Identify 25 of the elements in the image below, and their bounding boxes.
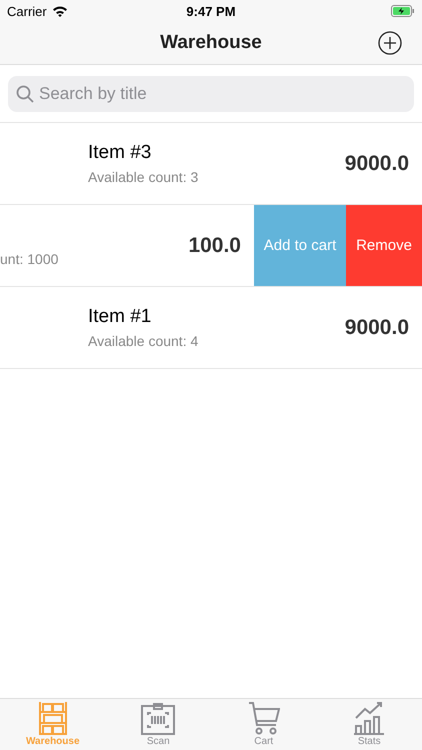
search-field[interactable]: Search by title — [8, 76, 414, 112]
chart-icon — [353, 701, 386, 735]
cart-icon — [248, 701, 280, 735]
scanner-icon — [141, 703, 176, 735]
battery-icon — [391, 5, 415, 17]
remove-button[interactable]: Remove — [346, 205, 422, 286]
item-count: Available count: 4 — [88, 333, 200, 349]
add-icon[interactable] — [378, 31, 402, 55]
tab-item[interactable]: Scan — [106, 699, 211, 750]
add-to-cart-button[interactable]: Add to cart — [254, 205, 346, 286]
shelf-icon — [38, 701, 68, 735]
wifi-icon — [52, 5, 68, 17]
tab-item[interactable]: Warehouse — [0, 699, 106, 750]
clock-time: 9:47 PM — [186, 4, 236, 18]
item-price: 9000.0 — [344, 152, 409, 176]
tab-item[interactable]: Cart — [211, 699, 316, 750]
item-title: Item #1 — [88, 306, 152, 328]
tab-item[interactable]: Stats — [316, 699, 422, 750]
item-price: 100.0 — [188, 234, 241, 258]
item-title: Item #3 — [88, 142, 152, 164]
item-price: 9000.0 — [344, 316, 409, 340]
item-count: Available count: 3 — [88, 169, 200, 185]
item-count: unt: 1000 — [0, 251, 60, 267]
carrier-label: Carrier — [7, 4, 47, 18]
screen-title: Warehouse — [160, 32, 262, 54]
